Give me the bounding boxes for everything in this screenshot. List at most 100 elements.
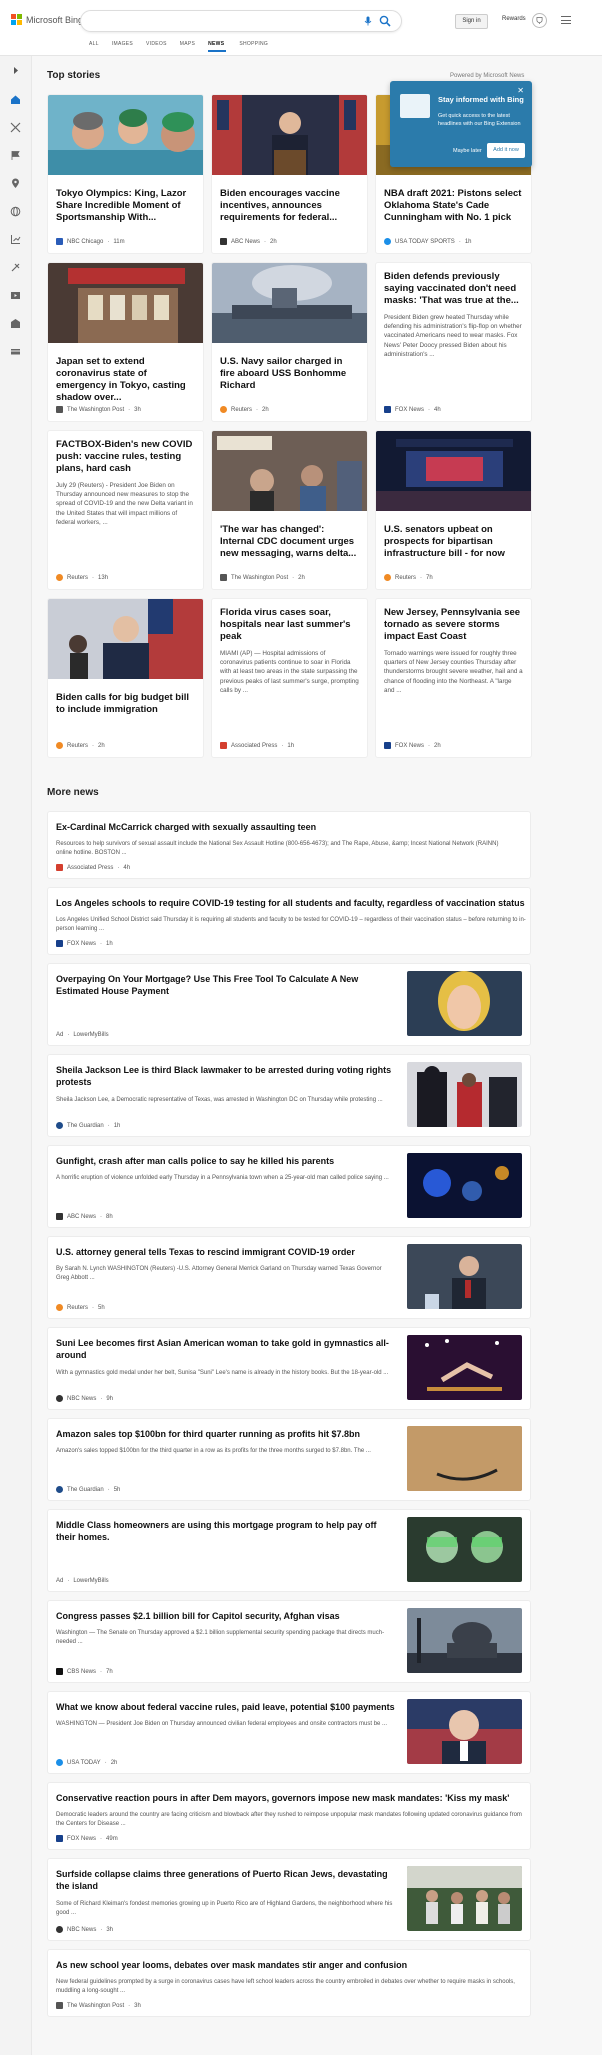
- biden-podium-image: [212, 95, 367, 175]
- news-item[interactable]: Surfside collapse claims three generatio…: [47, 1858, 531, 1941]
- add-extension-button[interactable]: Add it now: [487, 143, 525, 158]
- source-name: ABC News: [67, 1213, 97, 1220]
- globe-icon[interactable]: [10, 206, 21, 217]
- story-source: Associated Press · 1h: [220, 742, 294, 749]
- news-item[interactable]: Sheila Jackson Lee is third Black lawmak…: [47, 1054, 531, 1137]
- politics-icon[interactable]: [10, 318, 21, 329]
- flag-icon[interactable]: [10, 150, 21, 161]
- search-icon[interactable]: [379, 15, 391, 27]
- story-card[interactable]: Florida virus cases soar, hospitals near…: [211, 598, 368, 758]
- news-title[interactable]: Los Angeles schools to require COVID-19 …: [56, 897, 526, 909]
- search-box[interactable]: [80, 10, 402, 32]
- news-item[interactable]: As new school year looms, debates over m…: [47, 1949, 531, 2017]
- sign-in-button[interactable]: Sign in: [455, 14, 488, 29]
- usa-today-icon: [56, 1759, 63, 1766]
- story-title[interactable]: Japan set to extend coronavirus state of…: [56, 356, 195, 404]
- news-item[interactable]: Ex-Cardinal McCarrick charged with sexua…: [47, 811, 531, 879]
- rewards-link[interactable]: Rewards: [502, 16, 526, 22]
- fox-news-icon: [384, 742, 391, 749]
- reuters-icon: [384, 574, 391, 581]
- story-title[interactable]: U.S. Navy sailor charged in fire aboard …: [220, 356, 359, 392]
- news-title[interactable]: Middle Class homeowners are using this m…: [56, 1519, 396, 1543]
- chart-icon[interactable]: [10, 234, 21, 245]
- expand-rail-icon[interactable]: [10, 65, 21, 76]
- story-title[interactable]: U.S. senators upbeat on prospects for bi…: [384, 524, 523, 560]
- news-item[interactable]: Gunfight, crash after man calls police t…: [47, 1145, 531, 1228]
- story-card[interactable]: U.S. senators upbeat on prospects for bi…: [375, 430, 532, 590]
- news-item[interactable]: Conservative reaction pours in after Dem…: [47, 1782, 531, 1850]
- news-snippet: New federal guidelines prompted by a sur…: [56, 1979, 515, 1994]
- the-guardian-icon: [56, 1122, 63, 1129]
- story-card[interactable]: Biden defends previously saying vaccinat…: [375, 262, 532, 422]
- story-snippet: President Biden grew heated Thursday whi…: [384, 314, 522, 358]
- news-snippet: By Sarah N. Lynch WASHINGTON (Reuters) -…: [56, 1266, 382, 1281]
- search-input[interactable]: [93, 11, 353, 31]
- news-title[interactable]: Sheila Jackson Lee is third Black lawmak…: [56, 1064, 396, 1088]
- news-title[interactable]: Amazon sales top $100bn for third quarte…: [56, 1428, 396, 1440]
- news-title[interactable]: Gunfight, crash after man calls police t…: [56, 1155, 396, 1167]
- news-title[interactable]: Ex-Cardinal McCarrick charged with sexua…: [56, 821, 516, 833]
- story-card[interactable]: Biden encourages vaccine incentives, ann…: [211, 94, 368, 254]
- news-item[interactable]: What we know about federal vaccine rules…: [47, 1691, 531, 1774]
- tab-maps[interactable]: MAPS: [180, 41, 208, 52]
- news-item[interactable]: Suni Lee becomes first Asian American wo…: [47, 1327, 531, 1410]
- tab-all[interactable]: ALL: [89, 41, 112, 52]
- ad-item[interactable]: Middle Class homeowners are using this m…: [47, 1509, 531, 1592]
- news-item[interactable]: U.S. attorney general tells Texas to res…: [47, 1236, 531, 1319]
- tab-images[interactable]: IMAGES: [112, 41, 146, 52]
- menu-icon[interactable]: [561, 16, 571, 24]
- news-title[interactable]: Overpaying On Your Mortgage? Use This Fr…: [56, 973, 386, 997]
- story-title[interactable]: New Jersey, Pennsylvania see tornado as …: [384, 607, 523, 643]
- news-item[interactable]: Amazon sales top $100bn for third quarte…: [47, 1418, 531, 1501]
- story-card[interactable]: New Jersey, Pennsylvania see tornado as …: [375, 598, 532, 758]
- story-title[interactable]: Biden defends previously saying vaccinat…: [384, 271, 523, 307]
- rewards-trophy-icon[interactable]: [532, 13, 547, 28]
- biden-thumbnail: [407, 1699, 522, 1764]
- story-title[interactable]: 'The war has changed': Internal CDC docu…: [220, 524, 359, 560]
- tab-news[interactable]: NEWS: [208, 41, 227, 52]
- usa-today-icon: [384, 238, 391, 245]
- story-card[interactable]: Tokyo Olympics: King, Lazor Share Incred…: [47, 94, 204, 254]
- close-icon[interactable]: ✕: [517, 86, 524, 95]
- story-title[interactable]: Florida virus cases soar, hospitals near…: [220, 607, 359, 643]
- home-icon[interactable]: [10, 94, 21, 105]
- tab-videos[interactable]: VIDEOS: [146, 41, 180, 52]
- news-title[interactable]: Congress passes $2.1 billion bill for Ca…: [56, 1610, 396, 1622]
- story-card[interactable]: Japan set to extend coronavirus state of…: [47, 262, 204, 422]
- story-source: Reuters · 2h: [220, 406, 269, 413]
- news-title[interactable]: What we know about federal vaccine rules…: [56, 1701, 396, 1713]
- tab-shopping[interactable]: SHOPPING: [239, 41, 281, 52]
- story-card[interactable]: 'The war has changed': Internal CDC docu…: [211, 430, 368, 590]
- discover-icon[interactable]: [10, 122, 21, 133]
- news-snippet: Some of Richard Kleiman's fondest memori…: [56, 1901, 393, 1916]
- story-card[interactable]: U.S. Navy sailor charged in fire aboard …: [211, 262, 368, 422]
- associated-press-icon: [220, 742, 227, 749]
- story-title[interactable]: Biden calls for big budget bill to inclu…: [56, 692, 195, 716]
- story-card[interactable]: FACTBOX-Biden's new COVID push: vaccine …: [47, 430, 204, 590]
- ad-item[interactable]: Overpaying On Your Mortgage? Use This Fr…: [47, 963, 531, 1046]
- news-item[interactable]: Congress passes $2.1 billion bill for Ca…: [47, 1600, 531, 1683]
- maybe-later-button[interactable]: Maybe later: [453, 148, 482, 154]
- location-icon[interactable]: [10, 178, 21, 189]
- source-name: Reuters: [395, 574, 417, 581]
- story-time: 7h: [426, 574, 433, 581]
- news-title[interactable]: Surfside collapse claims three generatio…: [56, 1868, 396, 1892]
- news-title[interactable]: U.S. attorney general tells Texas to res…: [56, 1246, 396, 1258]
- popup-title: Stay informed with Bing: [438, 95, 524, 104]
- story-title[interactable]: Biden encourages vaccine incentives, ann…: [220, 188, 359, 224]
- news-title[interactable]: Suni Lee becomes first Asian American wo…: [56, 1337, 396, 1361]
- entertainment-icon[interactable]: [10, 290, 21, 301]
- story-title[interactable]: NBA draft 2021: Pistons select Oklahoma …: [384, 188, 523, 224]
- story-card[interactable]: Biden calls for big budget bill to inclu…: [47, 598, 204, 758]
- news-snippet: With a gymnastics gold medal under her b…: [56, 1370, 389, 1376]
- sports-icon[interactable]: [10, 262, 21, 273]
- hollywood-street-image: [212, 431, 367, 511]
- news-title[interactable]: Conservative reaction pours in after Dem…: [56, 1792, 526, 1804]
- news-item[interactable]: Los Angeles schools to require COVID-19 …: [47, 887, 531, 955]
- money-icon[interactable]: [10, 346, 21, 357]
- bing-logo[interactable]: Microsoft Bing: [11, 14, 83, 25]
- microphone-icon[interactable]: [363, 16, 373, 26]
- story-title[interactable]: FACTBOX-Biden's new COVID push: vaccine …: [56, 439, 195, 475]
- news-title[interactable]: As new school year looms, debates over m…: [56, 1959, 526, 1971]
- story-title[interactable]: Tokyo Olympics: King, Lazor Share Incred…: [56, 188, 195, 224]
